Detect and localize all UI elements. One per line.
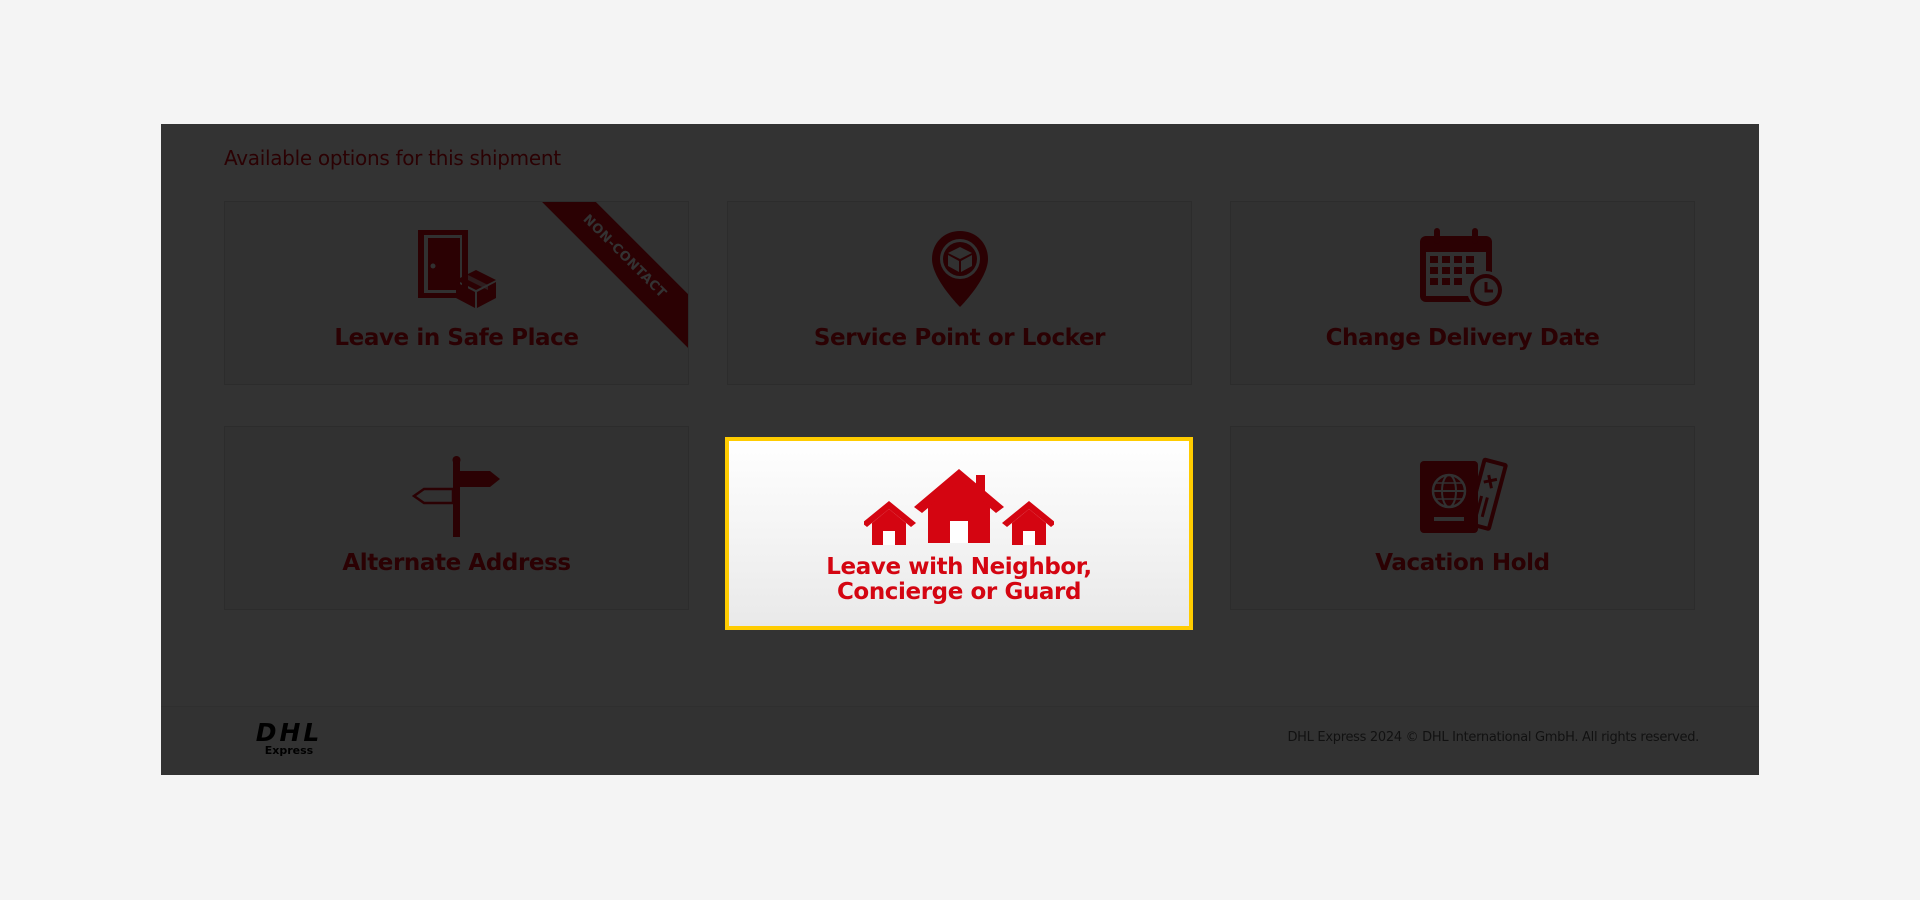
option-label: Leave in Safe Place	[334, 325, 579, 351]
option-vacation-hold[interactable]: Vacation Hold	[1230, 426, 1695, 610]
calendar-clock-icon	[1231, 228, 1694, 310]
passport-ticket-icon	[1231, 453, 1694, 535]
option-label: Change Delivery Date	[1325, 325, 1600, 351]
door-package-icon	[225, 228, 688, 308]
options-heading: Available options for this shipment	[224, 146, 561, 170]
dhl-logo[interactable]: DHL Express	[219, 718, 359, 757]
option-service-point-or-locker[interactable]: Service Point or Locker	[727, 201, 1192, 385]
footer: DHL Express DHL Express 2024 © DHL Inter…	[161, 706, 1759, 775]
houses-icon	[729, 467, 1189, 547]
option-label-line2: Concierge or Guard	[836, 579, 1082, 605]
dhl-logo-mark: DHL	[255, 718, 323, 747]
copyright-text: DHL Express 2024 © DHL International Gmb…	[1287, 730, 1699, 745]
signpost-icon	[225, 455, 688, 537]
option-leave-with-neighbor[interactable]: Leave with Neighbor, Concierge or Guard	[725, 437, 1193, 630]
dhl-logo-subtext: Express	[264, 744, 314, 757]
option-alternate-address[interactable]: Alternate Address	[224, 426, 689, 610]
option-label: Vacation Hold	[1375, 550, 1550, 576]
option-change-delivery-date[interactable]: Change Delivery Date	[1230, 201, 1695, 385]
option-label-line1: Leave with Neighbor,	[826, 554, 1092, 580]
location-pin-package-icon	[728, 229, 1191, 309]
option-label: Alternate Address	[342, 550, 571, 576]
option-label: Service Point or Locker	[813, 325, 1106, 351]
option-leave-in-safe-place[interactable]: NON-CONTACT Leave in Safe Place	[224, 201, 689, 385]
options-panel: Available options for this shipment NON-…	[161, 124, 1759, 775]
